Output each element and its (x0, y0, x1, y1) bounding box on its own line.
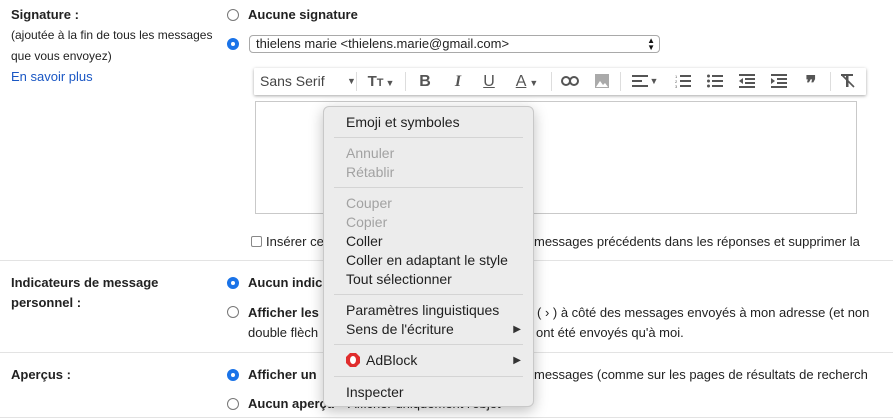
show-indicators-desc: ( › ) à côté des messages envoyés à mon … (537, 305, 870, 320)
menu-separator (334, 294, 523, 295)
menu-item-adblock[interactable]: AdBlock (366, 352, 417, 368)
toolbar-divider (405, 72, 406, 91)
menu-item-cut: Couper (346, 195, 392, 211)
no-indicators-radio[interactable] (227, 277, 239, 289)
signature-select-value: thielens marie <thielens.marie@gmail.com… (256, 36, 510, 51)
learn-more-link[interactable]: En savoir plus (11, 69, 93, 84)
show-indicators-label: Afficher les (248, 305, 319, 320)
no-preview-radio[interactable] (227, 398, 239, 410)
numbered-list-icon[interactable]: 123 (672, 72, 694, 91)
toolbar-divider (551, 72, 552, 91)
signature-radio[interactable] (227, 38, 239, 50)
menu-separator (334, 344, 523, 345)
quote-icon[interactable]: ❞ (800, 72, 822, 95)
menu-item-inspect[interactable]: Inspecter (346, 384, 404, 400)
menu-separator (334, 137, 523, 138)
no-signature-radio[interactable] (227, 9, 239, 21)
signature-select[interactable]: thielens marie <thielens.marie@gmail.com… (249, 35, 660, 53)
bold-icon[interactable]: B (414, 72, 436, 91)
previews-label: Aperçus : (11, 367, 71, 382)
menu-item-redo: Rétablir (346, 164, 395, 180)
bulleted-list-icon[interactable] (704, 72, 726, 91)
toolbar-divider (356, 72, 357, 91)
align-icon[interactable]: ▼ (628, 72, 662, 91)
no-signature-label: Aucune signature (248, 7, 358, 22)
personal-indicators-label-line2: personnel : (11, 295, 82, 310)
show-preview-radio[interactable] (227, 369, 239, 381)
svg-text:3: 3 (675, 84, 678, 88)
submenu-arrow-icon: ▶ (513, 355, 521, 366)
insert-signature-text-left: Insérer ce (266, 234, 324, 249)
no-indicators-label: Aucun indic (248, 275, 323, 290)
menu-item-language[interactable]: Paramètres linguistiques (346, 302, 499, 318)
menu-separator (334, 187, 523, 188)
menu-item-paste-match[interactable]: Coller en adaptant le style (346, 252, 508, 268)
menu-item-select-all[interactable]: Tout sélectionner (346, 271, 452, 287)
indent-more-icon[interactable] (768, 72, 790, 91)
italic-icon[interactable]: I (447, 72, 469, 91)
insert-signature-checkbox[interactable] (251, 236, 262, 247)
no-preview-label: Aucun aperçu (248, 396, 335, 411)
font-family-value: Sans Serif (260, 73, 325, 89)
toolbar-divider (620, 72, 621, 91)
show-indicators-radio[interactable] (227, 306, 239, 318)
show-preview-desc: messages (comme sur les pages de résulta… (534, 367, 868, 382)
image-icon[interactable] (591, 72, 613, 91)
personal-indicators-label-line1: Indicateurs de message (11, 275, 159, 290)
show-indicators-desc-line2-left: double flèch (248, 325, 319, 340)
signature-label: Signature : (11, 7, 79, 22)
signature-hint-line1: (ajoutée à la fin de tous les messages (11, 28, 213, 42)
underline-icon[interactable]: U (478, 72, 500, 91)
menu-item-direction[interactable]: Sens de l'écriture (346, 321, 454, 337)
chevron-down-icon: ▼ (347, 76, 356, 86)
menu-item-undo: Annuler (346, 145, 395, 161)
link-icon[interactable] (558, 72, 582, 91)
text-color-icon[interactable]: A ▼ (510, 72, 544, 91)
section-divider (0, 417, 893, 418)
indent-less-icon[interactable] (736, 72, 758, 91)
select-arrows-icon: ▲ ▼ (647, 36, 655, 52)
menu-item-paste[interactable]: Coller (346, 233, 383, 249)
show-indicators-desc-line2-right: ont été envoyés qu'à moi. (536, 325, 684, 340)
show-preview-label: Afficher un (248, 367, 317, 382)
toolbar-divider (830, 72, 831, 91)
menu-item-copy: Copier (346, 214, 388, 230)
remove-formatting-icon[interactable] (837, 72, 859, 91)
font-size-icon[interactable]: TT ▼ (363, 72, 399, 91)
signature-hint-line2: que vous envoyez) (11, 49, 112, 63)
adblock-icon (346, 353, 360, 367)
menu-separator (334, 376, 523, 377)
submenu-arrow-icon: ▶ (513, 324, 521, 335)
menu-item-emoji[interactable]: Emoji et symboles (346, 114, 460, 130)
insert-signature-text-right: messages précédents dans les réponses et… (534, 234, 860, 249)
font-family-dropdown[interactable]: Sans Serif ▼ (260, 72, 356, 91)
formatting-toolbar: Sans Serif ▼ TT ▼ B I U A ▼ ▼ 123 ❞ (254, 68, 866, 95)
context-menu: Emoji et symboles Annuler Rétablir Coupe… (323, 106, 534, 407)
